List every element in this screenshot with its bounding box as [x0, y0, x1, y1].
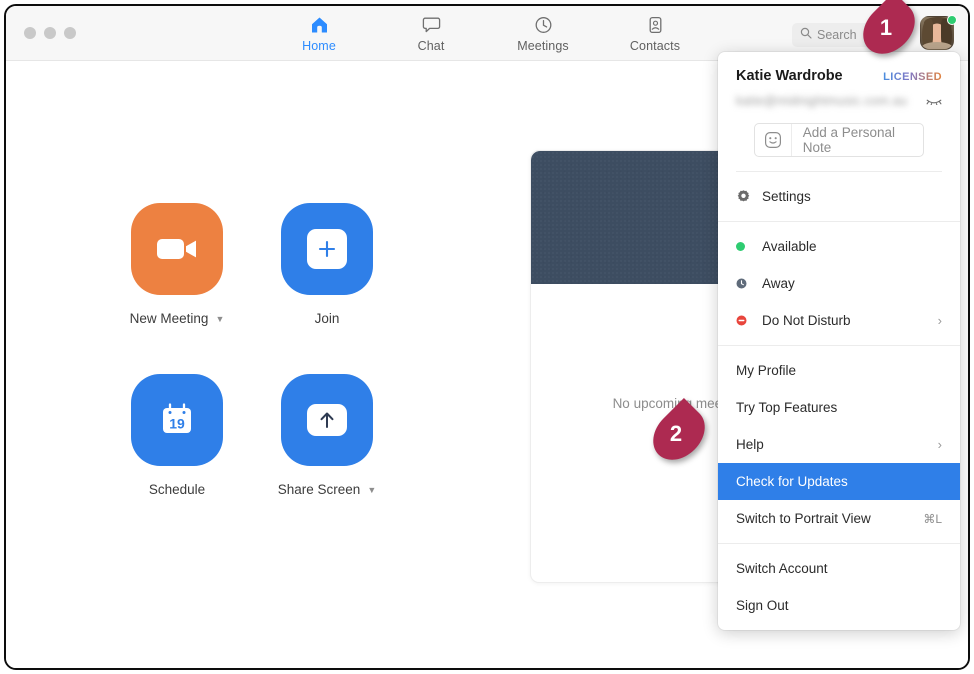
chevron-right-icon: ›	[938, 437, 942, 452]
home-icon	[310, 15, 329, 35]
my-profile-label: My Profile	[736, 363, 942, 378]
tab-meetings[interactable]: Meetings	[507, 15, 579, 53]
status-dnd-icon	[736, 315, 762, 326]
chat-bubble-icon	[422, 15, 441, 35]
menu-item-sign-out[interactable]: Sign Out	[718, 587, 960, 624]
account-menu-group: Switch Account Sign Out	[718, 544, 960, 630]
share-screen-label-row: Share Screen ▼	[278, 482, 376, 497]
plus-icon	[307, 229, 347, 269]
chevron-right-icon: ›	[938, 313, 942, 328]
sign-out-label: Sign Out	[736, 598, 942, 613]
switch-to-portrait-view-label: Switch to Portrait View	[736, 511, 923, 526]
menu-item-switch-to-portrait-view[interactable]: Switch to Portrait View ⌘L	[718, 500, 960, 537]
switch-account-label: Switch Account	[736, 561, 942, 576]
menu-item-help[interactable]: Help ›	[718, 426, 960, 463]
gear-icon	[736, 189, 762, 204]
contact-card-icon	[646, 15, 665, 35]
schedule-button[interactable]: 19 Schedule	[102, 374, 252, 545]
profile-avatar-button[interactable]	[920, 16, 956, 52]
menu-item-try-top-features[interactable]: Try Top Features	[718, 389, 960, 426]
tab-home[interactable]: Home	[283, 15, 355, 53]
personal-note-placeholder: Add a Personal Note	[792, 125, 923, 155]
join-label-row: Join	[315, 311, 340, 326]
search-icon	[800, 26, 812, 44]
status-clock-away-icon	[736, 278, 762, 289]
help-label: Help	[736, 437, 938, 452]
settings-label: Settings	[762, 189, 942, 204]
smiley-face-icon	[755, 124, 792, 156]
schedule-label: Schedule	[149, 482, 205, 497]
chevron-down-icon[interactable]: ▼	[215, 314, 224, 324]
menu-item-check-for-updates[interactable]: Check for Updates	[718, 463, 960, 500]
tab-home-label: Home	[302, 39, 336, 53]
status-item-dnd[interactable]: Do Not Disturb ›	[718, 302, 960, 339]
status-dot-available-icon	[736, 242, 762, 251]
share-screen-button[interactable]: Share Screen ▼	[252, 374, 402, 545]
up-arrow-icon	[307, 404, 347, 436]
status-item-away[interactable]: Away	[718, 265, 960, 302]
callout-number: 2	[650, 412, 708, 456]
tab-chat[interactable]: Chat	[395, 15, 467, 53]
license-badge: LICENSED	[883, 71, 942, 83]
calendar-icon: 19	[154, 397, 200, 443]
new-meeting-label: New Meeting	[130, 311, 209, 326]
account-name: Katie Wardrobe	[736, 68, 843, 84]
main-menu-group: My Profile Try Top Features Help › Check…	[718, 346, 960, 543]
callout-marker-2: 2	[650, 412, 708, 456]
menu-item-switch-account[interactable]: Switch Account	[718, 550, 960, 587]
quick-actions-grid: New Meeting ▼ Join	[102, 203, 402, 545]
svg-text:19: 19	[169, 416, 185, 432]
menu-item-settings[interactable]: Settings	[718, 178, 960, 215]
schedule-label-row: Schedule	[149, 482, 205, 497]
share-screen-icon-wrap	[281, 374, 373, 466]
tab-contacts[interactable]: Contacts	[619, 15, 691, 53]
profile-dropdown-menu: Katie Wardrobe LICENSED katie@midnightmu…	[718, 52, 960, 630]
personal-note-input[interactable]: Add a Personal Note	[754, 123, 924, 157]
dropdown-header: Katie Wardrobe LICENSED katie@midnightmu…	[718, 52, 960, 172]
status-away-label: Away	[762, 276, 942, 291]
callout-marker-1: 1	[860, 6, 918, 50]
app-window: Home Chat Meetings	[4, 4, 970, 670]
video-camera-icon	[131, 203, 223, 295]
chevron-down-icon[interactable]: ▼	[367, 485, 376, 495]
clock-icon	[534, 15, 553, 35]
status-item-available[interactable]: Available	[718, 228, 960, 265]
join-label: Join	[315, 311, 340, 326]
account-name-row: Katie Wardrobe LICENSED	[736, 68, 942, 84]
switch-to-portrait-view-shortcut: ⌘L	[923, 512, 942, 526]
menu-item-my-profile[interactable]: My Profile	[718, 352, 960, 389]
status-available-label: Available	[762, 239, 942, 254]
share-screen-label: Share Screen	[278, 482, 361, 497]
eye-off-icon[interactable]	[926, 92, 942, 110]
search-placeholder: Search	[817, 28, 857, 42]
tab-meetings-label: Meetings	[517, 39, 569, 53]
new-meeting-label-row: New Meeting ▼	[130, 311, 225, 326]
check-for-updates-label: Check for Updates	[736, 474, 942, 489]
account-email-row: katie@midnightmusic.com.au	[736, 93, 942, 109]
tab-chat-label: Chat	[418, 39, 445, 53]
join-button[interactable]: Join	[252, 203, 402, 374]
new-meeting-button[interactable]: New Meeting ▼	[102, 203, 252, 374]
status-dnd-label: Do Not Disturb	[762, 313, 938, 328]
status-group: Available Away Do Not Di	[718, 222, 960, 345]
presence-status-dot	[947, 15, 957, 25]
tab-contacts-label: Contacts	[630, 39, 680, 53]
callout-number: 1	[860, 6, 918, 50]
avatar-shoulders	[922, 42, 952, 50]
schedule-icon-wrap: 19	[131, 374, 223, 466]
settings-group: Settings	[718, 172, 960, 221]
try-top-features-label: Try Top Features	[736, 400, 942, 415]
join-icon-wrap	[281, 203, 373, 295]
account-email: katie@midnightmusic.com.au	[736, 94, 907, 108]
